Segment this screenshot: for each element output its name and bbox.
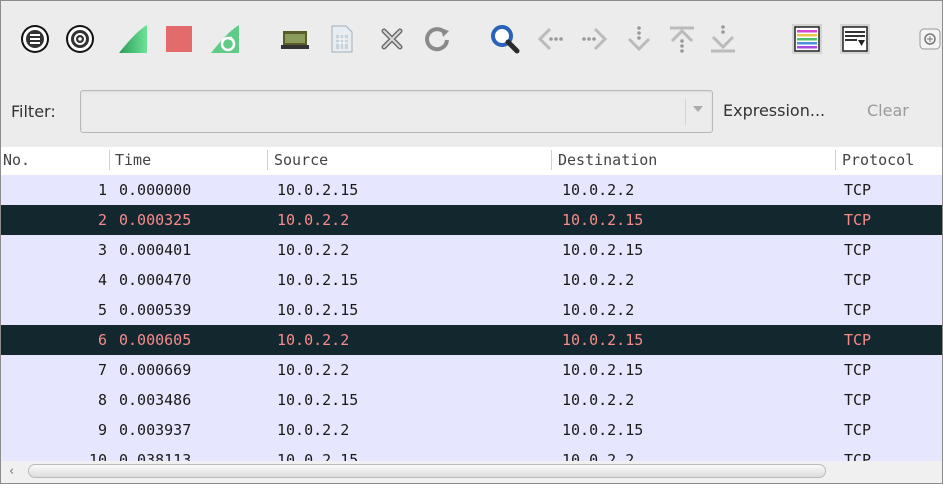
go-back-icon[interactable] <box>534 23 566 55</box>
cell-time: 0.003937 <box>119 421 192 439</box>
filter-dropdown-divider <box>685 99 686 125</box>
cell-protocol: TCP <box>844 211 872 229</box>
cell-no: 6 <box>97 331 107 349</box>
cell-time: 0.003486 <box>119 391 192 409</box>
cell-protocol: TCP <box>844 181 872 199</box>
start-capture-icon[interactable] <box>117 23 149 55</box>
display-filter-combobox[interactable] <box>80 90 713 133</box>
column-header-time[interactable]: Time <box>115 147 151 175</box>
cell-destination: 10.0.2.15 <box>562 331 644 349</box>
cell-destination: 10.0.2.15 <box>562 211 644 229</box>
column-header-protocol[interactable]: Protocol <box>842 147 914 175</box>
cell-source: 10.0.2.2 <box>277 361 350 379</box>
cell-no: 3 <box>97 241 107 259</box>
cell-no: 2 <box>97 211 107 229</box>
cell-time: 0.000669 <box>119 361 192 379</box>
filter-label: Filter: <box>11 102 56 121</box>
cell-time: 0.000605 <box>119 331 192 349</box>
cell-time: 0.000539 <box>119 301 192 319</box>
cell-protocol: TCP <box>844 241 872 259</box>
cell-no: 8 <box>97 391 107 409</box>
chevron-left-icon[interactable]: ‹ <box>9 464 14 479</box>
cell-no: 7 <box>97 361 107 379</box>
cell-no: 5 <box>97 301 107 319</box>
cell-no: 1 <box>97 181 107 199</box>
cell-time: 0.000401 <box>119 241 192 259</box>
cell-destination: 10.0.2.2 <box>562 301 635 319</box>
cell-protocol: TCP <box>844 391 872 409</box>
scrollbar-thumb[interactable] <box>28 464 826 478</box>
cell-destination: 10.0.2.2 <box>562 181 635 199</box>
stop-capture-icon[interactable] <box>163 23 195 55</box>
table-row[interactable]: 6 0.000605 10.0.2.2 10.0.2.15 TCP <box>1 325 942 355</box>
cell-time: 0.000470 <box>119 271 192 289</box>
main-toolbar <box>1 1 942 79</box>
find-packet-icon[interactable] <box>489 23 521 55</box>
cell-source: 10.0.2.2 <box>277 241 350 259</box>
open-file-icon[interactable] <box>279 23 311 55</box>
table-row[interactable]: 7 0.000669 10.0.2.2 10.0.2.15 TCP <box>1 355 942 385</box>
cell-source: 10.0.2.2 <box>277 421 350 439</box>
reload-file-icon[interactable] <box>421 23 453 55</box>
cell-destination: 10.0.2.15 <box>562 421 644 439</box>
column-divider[interactable] <box>267 150 268 170</box>
save-file-icon[interactable] <box>325 23 357 55</box>
close-file-icon[interactable] <box>376 23 408 55</box>
column-divider[interactable] <box>551 150 552 170</box>
auto-scroll-icon[interactable] <box>839 23 871 55</box>
table-row[interactable]: 8 0.003486 10.0.2.15 10.0.2.2 TCP <box>1 385 942 415</box>
table-row[interactable]: 3 0.000401 10.0.2.2 10.0.2.15 TCP <box>1 235 942 265</box>
cell-source: 10.0.2.2 <box>277 331 350 349</box>
column-header-source[interactable]: Source <box>274 147 328 175</box>
table-row[interactable]: 9 0.003937 10.0.2.2 10.0.2.15 TCP <box>1 415 942 445</box>
cell-destination: 10.0.2.2 <box>562 271 635 289</box>
go-to-first-packet-icon[interactable] <box>666 23 698 55</box>
colorize-icon[interactable] <box>791 23 823 55</box>
cell-source: 10.0.2.15 <box>277 391 359 409</box>
table-row[interactable]: 4 0.000470 10.0.2.15 10.0.2.2 TCP <box>1 265 942 295</box>
cell-no: 4 <box>97 271 107 289</box>
restart-capture-icon[interactable] <box>209 23 241 55</box>
cell-protocol: TCP <box>844 301 872 319</box>
column-divider[interactable] <box>109 150 110 170</box>
column-header-destination[interactable]: Destination <box>558 147 657 175</box>
cell-source: 10.0.2.15 <box>277 181 359 199</box>
go-to-last-packet-icon[interactable] <box>707 23 739 55</box>
capture-options-icon[interactable] <box>64 23 96 55</box>
table-row[interactable]: 5 0.000539 10.0.2.15 10.0.2.2 TCP <box>1 295 942 325</box>
wireshark-window: Filter: Expression... Clear No. Time Sou… <box>0 0 943 484</box>
horizontal-scrollbar[interactable]: ‹ <box>1 461 942 483</box>
interfaces-list-icon[interactable] <box>19 23 51 55</box>
expression-button[interactable]: Expression... <box>723 101 825 120</box>
zoom-in-icon[interactable] <box>916 23 942 55</box>
cell-destination: 10.0.2.2 <box>562 391 635 409</box>
clear-button[interactable]: Clear <box>867 101 909 120</box>
cell-time: 0.000000 <box>119 181 192 199</box>
cell-protocol: TCP <box>844 331 872 349</box>
table-row[interactable]: 1 0.000000 10.0.2.15 10.0.2.2 TCP <box>1 175 942 205</box>
display-filter-input[interactable] <box>87 99 681 125</box>
go-forward-icon[interactable] <box>579 23 611 55</box>
go-to-packet-icon[interactable] <box>623 23 655 55</box>
cell-protocol: TCP <box>844 271 872 289</box>
cell-destination: 10.0.2.15 <box>562 241 644 259</box>
cell-time: 0.000325 <box>119 211 192 229</box>
table-row[interactable]: 2 0.000325 10.0.2.2 10.0.2.15 TCP <box>1 205 942 235</box>
cell-protocol: TCP <box>844 361 872 379</box>
cell-source: 10.0.2.15 <box>277 301 359 319</box>
packet-list-header: No. Time Source Destination Protocol <box>1 147 942 175</box>
packet-list[interactable]: No. Time Source Destination Protocol 1 0… <box>1 147 942 475</box>
cell-source: 10.0.2.15 <box>277 271 359 289</box>
cell-no: 9 <box>97 421 107 439</box>
cell-protocol: TCP <box>844 421 872 439</box>
column-divider[interactable] <box>835 150 836 170</box>
column-header-no[interactable]: No. <box>3 147 30 175</box>
display-filter-bar: Filter: Expression... Clear <box>1 83 942 141</box>
cell-source: 10.0.2.2 <box>277 211 350 229</box>
cell-destination: 10.0.2.15 <box>562 361 644 379</box>
chevron-down-icon[interactable] <box>693 106 703 112</box>
